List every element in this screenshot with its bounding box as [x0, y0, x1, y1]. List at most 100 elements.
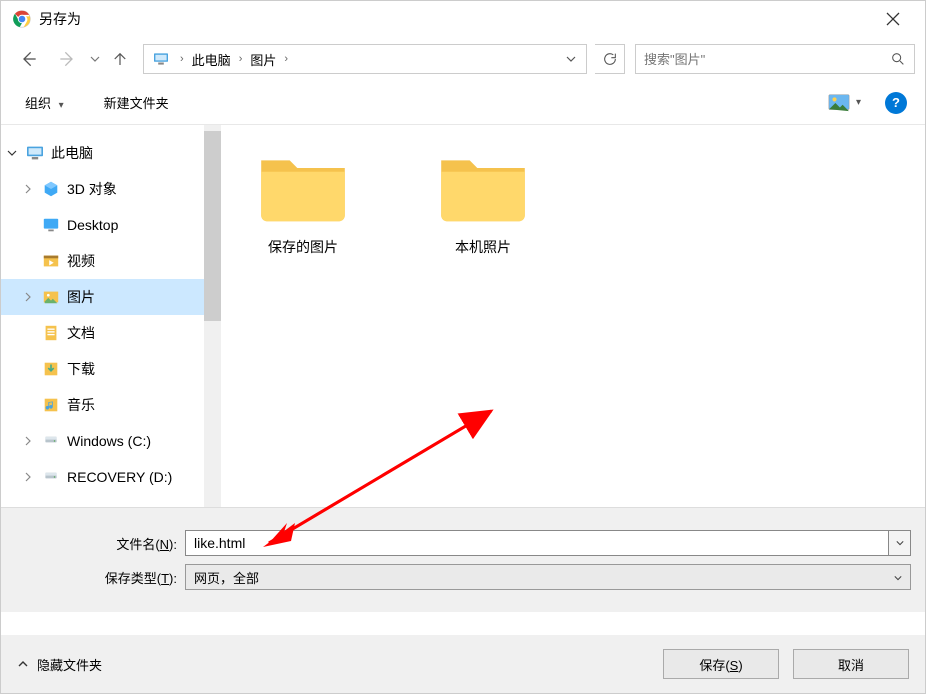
- hide-folders-toggle[interactable]: 隐藏文件夹: [17, 655, 102, 674]
- hide-folders-label: 隐藏文件夹: [37, 655, 102, 674]
- forward-button[interactable]: [49, 43, 85, 75]
- tree-item[interactable]: Desktop: [1, 207, 204, 243]
- nav-bar: › 此电脑 › 图片 ›: [1, 37, 925, 81]
- path-dropdown[interactable]: [560, 52, 582, 67]
- save-button[interactable]: 保存(S): [663, 649, 779, 679]
- search-box[interactable]: [635, 44, 915, 74]
- toolbar: 组织 ▾ 新建文件夹 ▾ ?: [1, 81, 925, 125]
- window-title: 另存为: [39, 9, 873, 29]
- tree-label: RECOVERY (D:): [67, 469, 172, 485]
- tree-item-selected[interactable]: 图片: [1, 279, 204, 315]
- breadcrumb-path[interactable]: › 此电脑 › 图片 ›: [143, 44, 587, 74]
- chevron-down-icon: ▾: [59, 100, 64, 111]
- close-button[interactable]: [873, 3, 913, 35]
- video-icon: [41, 252, 61, 270]
- chevron-down-icon: [894, 574, 902, 582]
- chevron-down-icon: [90, 54, 100, 64]
- filetype-select[interactable]: 网页，全部: [185, 564, 911, 590]
- documents-icon: [41, 324, 61, 342]
- close-icon: [886, 12, 900, 26]
- organize-label: 组织: [25, 96, 51, 111]
- tree-item-pc[interactable]: 此电脑: [1, 135, 204, 171]
- folder-tree-pane: 此电脑 3D 对象 Desktop 视频 图片: [1, 125, 221, 507]
- crumb-folder[interactable]: 图片: [248, 46, 278, 73]
- tree-item[interactable]: 视频: [1, 243, 204, 279]
- expand-icon[interactable]: [21, 184, 35, 194]
- filetype-value: 网页，全部: [194, 568, 259, 587]
- pictures-icon: [41, 288, 61, 306]
- filetype-label: 保存类型(T):: [15, 568, 185, 587]
- expand-icon[interactable]: [21, 292, 35, 302]
- tree-label: 视频: [67, 251, 95, 271]
- help-button[interactable]: ?: [885, 92, 907, 114]
- search-input[interactable]: [644, 52, 890, 67]
- folder-label: 保存的图片: [268, 237, 338, 257]
- up-button[interactable]: [105, 43, 135, 75]
- refresh-button[interactable]: [595, 44, 625, 74]
- tree-label: 下载: [67, 359, 95, 379]
- downloads-icon: [41, 360, 61, 378]
- folder-item[interactable]: 保存的图片: [233, 149, 373, 257]
- view-mode-icon[interactable]: [828, 94, 850, 112]
- tree-item[interactable]: 文档: [1, 315, 204, 351]
- nav-history-dropdown[interactable]: [87, 54, 103, 64]
- expand-icon[interactable]: [21, 436, 35, 446]
- tree-label: Desktop: [67, 217, 118, 233]
- filename-label: 文件名(N):: [15, 534, 185, 553]
- organize-button[interactable]: 组织 ▾: [19, 89, 70, 116]
- tree-label: Windows (C:): [67, 433, 151, 449]
- chevron-right-icon: ›: [284, 53, 288, 65]
- folder-tree[interactable]: 此电脑 3D 对象 Desktop 视频 图片: [1, 125, 204, 507]
- pc-icon: [152, 52, 170, 66]
- footer: 隐藏文件夹 保存(S) 取消: [1, 635, 925, 693]
- tree-item[interactable]: 下载: [1, 351, 204, 387]
- folder-content[interactable]: 保存的图片 本机照片: [221, 125, 925, 507]
- scrollbar-thumb[interactable]: [204, 131, 221, 321]
- filename-dropdown[interactable]: [889, 530, 911, 556]
- drive-icon: [41, 468, 61, 486]
- chevron-right-icon: ›: [180, 53, 184, 65]
- folder-icon: [255, 149, 351, 225]
- save-fields: 文件名(N): 保存类型(T): 网页，全部: [1, 507, 925, 612]
- arrow-left-icon: [19, 49, 39, 69]
- search-icon: [890, 51, 906, 67]
- folder-label: 本机照片: [455, 237, 511, 257]
- collapse-icon[interactable]: [5, 148, 19, 158]
- tree-label: 图片: [67, 287, 95, 307]
- chevron-right-icon: ›: [239, 53, 243, 65]
- tree-item[interactable]: 3D 对象: [1, 171, 204, 207]
- folder-icon: [435, 149, 531, 225]
- back-button[interactable]: [11, 43, 47, 75]
- refresh-icon: [602, 51, 618, 67]
- expand-icon[interactable]: [21, 472, 35, 482]
- title-bar: 另存为: [1, 1, 925, 37]
- crumb-pc[interactable]: 此电脑: [190, 46, 233, 73]
- tree-item[interactable]: Windows (C:): [1, 423, 204, 459]
- chevron-up-icon: [17, 658, 29, 670]
- music-icon: [41, 396, 61, 414]
- chevron-down-icon: [566, 54, 576, 64]
- folder-item[interactable]: 本机照片: [413, 149, 553, 257]
- chrome-icon: [13, 10, 31, 28]
- tree-label: 文档: [67, 323, 95, 343]
- help-icon: ?: [892, 95, 900, 110]
- tree-item[interactable]: RECOVERY (D:): [1, 459, 204, 495]
- desktop-icon: [41, 216, 61, 234]
- view-mode-dropdown[interactable]: ▾: [856, 97, 861, 108]
- filename-input[interactable]: [185, 530, 889, 556]
- cancel-button[interactable]: 取消: [793, 649, 909, 679]
- tree-label: 音乐: [67, 395, 95, 415]
- tree-item[interactable]: 音乐: [1, 387, 204, 423]
- filetype-row: 保存类型(T): 网页，全部: [15, 564, 911, 590]
- tree-label: 3D 对象: [67, 179, 117, 199]
- arrow-up-icon: [111, 50, 129, 68]
- pc-icon: [25, 144, 45, 162]
- filename-row: 文件名(N):: [15, 530, 911, 556]
- tree-label: 此电脑: [51, 143, 93, 163]
- drive-icon: [41, 432, 61, 450]
- cancel-label: 取消: [838, 655, 864, 674]
- tree-scrollbar[interactable]: [204, 125, 221, 507]
- arrow-right-icon: [57, 49, 77, 69]
- new-folder-button[interactable]: 新建文件夹: [98, 89, 175, 116]
- save-label: 保存(S): [699, 655, 742, 674]
